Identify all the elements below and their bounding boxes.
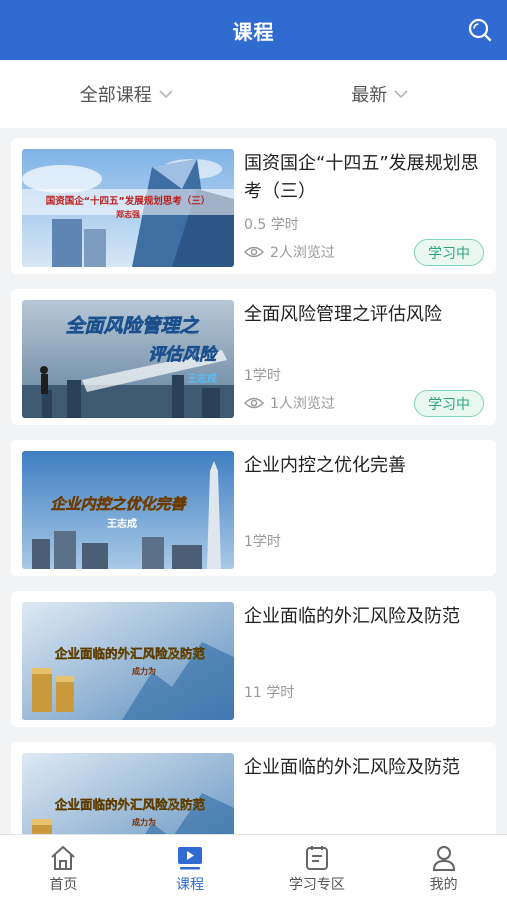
chevron-down-icon: [158, 89, 174, 99]
tab-label: 学习专区: [288, 876, 345, 893]
tab-profile[interactable]: 我的: [380, 835, 507, 900]
thumbnail-author: 郑志强: [116, 209, 140, 219]
course-thumbnail: 全面风险管理之 评估风险 王志成: [22, 300, 234, 418]
course-card[interactable]: 国资国企“十四五”发展规划思考（三） 郑志强 国资国企“十四五”发展规划思考（三…: [11, 138, 496, 274]
tab-courses[interactable]: 课程: [127, 835, 254, 900]
course-card[interactable]: 企业面临的外汇风险及防范 成力为 企业面临的外汇风险及防范 11 学时: [11, 591, 496, 727]
thumbnail-subtitle: 评估风险: [148, 345, 219, 365]
course-title: 企业内控之优化完善: [244, 455, 406, 476]
top-nav-bar: 课程: [0, 0, 507, 60]
page-title: 课程: [232, 19, 275, 44]
bottom-tab-bar: 首页 课程 学习专区 我的: [0, 834, 507, 900]
course-title: 企业面临的外汇风险及防范: [244, 606, 460, 627]
tab-label: 首页: [49, 876, 78, 893]
thumbnail-author: 王志成: [187, 372, 217, 385]
course-hours: 11 学时: [244, 685, 295, 701]
course-hours: 1学时: [244, 534, 281, 550]
thumbnail-title: 企业面临的外汇风险及防范: [54, 797, 206, 812]
course-title: 全面风险管理之评估风险: [244, 304, 442, 325]
tab-study-zone[interactable]: 学习专区: [254, 835, 381, 900]
thumbnail-author: 成力为: [132, 817, 156, 827]
course-play-icon: [178, 846, 203, 869]
tab-label: 课程: [176, 876, 205, 893]
thumbnail-title: 企业面临的外汇风险及防范: [54, 646, 206, 661]
study-zone-icon: [305, 845, 328, 870]
sort-filter-dropdown[interactable]: 最新: [254, 60, 507, 128]
thumbnail-title: 国资国企“十四五”发展规划思考（三）: [46, 195, 211, 207]
status-badge: 学习中: [414, 390, 484, 417]
thumbnail-title: 企业内控之优化完善: [50, 495, 187, 513]
eye-icon: [244, 245, 264, 259]
filter-bar: 全部课程 最新: [0, 60, 507, 128]
course-thumbnail: 企业面临的外汇风险及防范 成力为: [22, 602, 234, 720]
course-hours: 1学时: [244, 368, 281, 384]
status-badge: 学习中: [414, 239, 484, 266]
course-card[interactable]: 全面风险管理之 评估风险 王志成 全面风险管理之评估风险 1学时 1人浏览过 学…: [11, 289, 496, 425]
profile-icon: [432, 845, 455, 871]
thumbnail-author: 王志成: [107, 517, 137, 530]
thumbnail-author: 成力为: [132, 666, 156, 676]
course-hours: 0.5 学时: [244, 217, 299, 233]
eye-icon: [244, 396, 264, 410]
chevron-down-icon: [393, 89, 409, 99]
home-icon: [51, 845, 76, 870]
course-title: 企业面临的外汇风险及防范: [244, 757, 460, 778]
thumbnail-title: 全面风险管理之: [65, 315, 199, 337]
search-icon: [468, 18, 492, 42]
course-list: 国资国企“十四五”发展规划思考（三） 郑志强 国资国企“十四五”发展规划思考（三…: [0, 128, 507, 834]
view-count: 1人浏览过: [244, 393, 335, 413]
view-count-label: 1人浏览过: [270, 396, 335, 412]
course-thumbnail: 国资国企“十四五”发展规划思考（三） 郑志强: [22, 149, 234, 267]
sort-filter-label: 最新: [351, 85, 388, 106]
tab-label: 我的: [429, 876, 458, 893]
view-count: 2人浏览过: [244, 242, 335, 262]
course-thumbnail: 企业内控之优化完善 王志成: [22, 451, 234, 569]
category-filter-label: 全部课程: [79, 85, 152, 106]
course-card[interactable]: 企业内控之优化完善 王志成 企业内控之优化完善 1学时: [11, 440, 496, 576]
course-thumbnail: 企业面临的外汇风险及防范 成力为: [22, 753, 234, 834]
category-filter-dropdown[interactable]: 全部课程: [0, 60, 254, 128]
tab-home[interactable]: 首页: [0, 835, 127, 900]
course-title: 国资国企“十四五”发展规划思考（三）: [244, 153, 479, 202]
course-card[interactable]: 企业面临的外汇风险及防范 成力为 企业面临的外汇风险及防范: [11, 742, 496, 834]
view-count-label: 2人浏览过: [270, 245, 335, 261]
search-button[interactable]: [465, 15, 495, 45]
